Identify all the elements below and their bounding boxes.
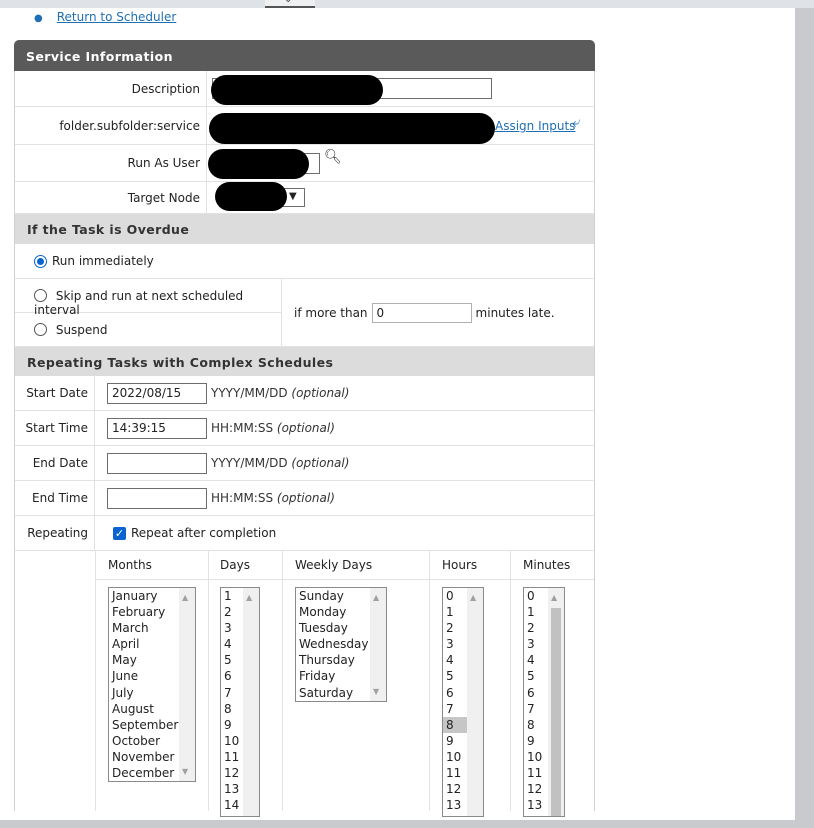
breadcrumb: ● Return to Scheduler — [34, 10, 176, 24]
redaction — [208, 149, 309, 179]
if-more-than-label: if more than — [294, 305, 368, 320]
start-date-row: Start Date YYYY/MM/DD (optional) — [14, 376, 595, 411]
start-time-hint: HH:MM:SS (optional) — [211, 421, 335, 435]
end-time-input[interactable] — [107, 487, 207, 509]
minutes-late-cell: if more than minutes late. — [282, 279, 594, 346]
run-as-label: Run As User — [15, 145, 207, 181]
repeating-label: Repeating — [15, 516, 95, 550]
start-time-input[interactable] — [107, 417, 207, 439]
end-date-input[interactable] — [107, 452, 207, 474]
end-time-label: End Time — [15, 481, 95, 515]
repeating-header: Repeating Tasks with Complex Schedules — [14, 347, 595, 376]
scroll-up-icon[interactable]: ▲ — [246, 593, 252, 602]
scroll-down-icon[interactable]: ▼ — [373, 687, 379, 696]
end-date-row: End Date YYYY/MM/DD (optional) — [14, 446, 595, 481]
scrollbar[interactable]: ▲ — [467, 588, 483, 816]
assign-inputs-link[interactable]: Assign Inputs — [495, 119, 575, 133]
suspend-row: Suspend — [15, 313, 281, 347]
repeating-row: Repeating ✓ Repeat after completion — [14, 516, 595, 551]
skip-suspend-options: Skip and run at next scheduled interval … — [15, 279, 282, 346]
chevron-down-icon[interactable]: ▼ — [289, 191, 297, 202]
hours-listbox[interactable]: 0 1 2 3 4 5 6 7 8 9 10 11 12 13 ▲ — [442, 587, 484, 817]
run-as-row: Run As User 🔍︎ — [14, 145, 595, 182]
start-time-row: Start Time HH:MM:SS (optional) — [14, 411, 595, 446]
target-node-label: Target Node — [15, 182, 207, 213]
description-row: Description — [14, 71, 595, 107]
scroll-up-icon[interactable]: ▲ — [373, 593, 379, 602]
service-form: Service Information Description folder.s… — [14, 40, 595, 817]
suspend-radio[interactable] — [34, 323, 47, 336]
service-row: folder.subfolder:service Assign Inputs ⤶ — [14, 107, 595, 145]
scrollbar[interactable]: ▲ — [243, 588, 259, 816]
col-divider — [95, 551, 96, 811]
col-divider — [429, 551, 430, 811]
run-immediately-radio[interactable] — [34, 254, 47, 268]
scrollbar[interactable]: ▲ — [548, 588, 564, 816]
redaction — [209, 113, 495, 144]
run-immediately-row: Run immediately — [14, 244, 595, 279]
service-info-header: Service Information — [14, 40, 595, 71]
repeat-after-label: Repeat after completion — [131, 526, 277, 540]
page: ● Return to Scheduler Service Information… — [0, 8, 795, 820]
redaction — [211, 75, 383, 105]
chevron-down-icon[interactable]: ⌄ — [284, 0, 292, 5]
suspend-label: Suspend — [55, 323, 108, 337]
header-divider — [95, 579, 594, 580]
minutes-header: Minutes — [523, 558, 571, 572]
top-strip — [0, 0, 814, 8]
description-label: Description — [15, 71, 207, 106]
target-node-row: Target Node ▼ — [14, 182, 595, 214]
redaction — [215, 182, 287, 211]
return-to-scheduler-link[interactable]: Return to Scheduler — [57, 10, 177, 24]
skip-radio[interactable] — [34, 289, 47, 302]
end-time-hint: HH:MM:SS (optional) — [211, 491, 335, 505]
scroll-up-icon[interactable]: ▲ — [182, 593, 188, 602]
schedule-grid: Months Days Weekly Days Hours Minutes Ja… — [14, 551, 595, 817]
run-immediately-label: Run immediately — [52, 254, 154, 268]
months-header: Months — [108, 558, 152, 572]
days-listbox[interactable]: 1 2 3 4 5 6 7 8 9 10 11 12 13 14 ▲ — [220, 587, 260, 817]
start-time-label: Start Time — [15, 411, 95, 445]
end-time-row: End Time HH:MM:SS (optional) — [14, 481, 595, 516]
hours-header: Hours — [442, 558, 478, 572]
start-date-hint: YYYY/MM/DD (optional) — [211, 386, 350, 400]
scroll-down-icon[interactable]: ▼ — [182, 767, 188, 776]
search-icon[interactable]: 🔍︎ — [324, 149, 342, 165]
scrollbar[interactable]: ▲ ▼ — [179, 588, 195, 781]
minutes-listbox[interactable]: 0 1 2 3 4 5 6 7 8 9 10 11 12 13 ▲ — [523, 587, 565, 817]
scroll-thumb[interactable] — [551, 608, 561, 816]
weekly-header: Weekly Days — [295, 558, 373, 572]
skip-suspend-block: Skip and run at next scheduled interval … — [14, 279, 595, 347]
repeat-after-checkbox[interactable]: ✓ — [113, 526, 126, 540]
right-gutter — [795, 8, 814, 828]
start-date-input[interactable] — [107, 382, 207, 404]
months-listbox[interactable]: January February March April May June July Augu… — [108, 587, 196, 782]
weekly-days-listbox[interactable]: Sunday Monday Tuesday Wednesday Thursday Frid… — [295, 587, 387, 702]
scroll-up-icon[interactable]: ▲ — [470, 593, 476, 602]
start-date-label: Start Date — [15, 376, 95, 410]
col-divider — [208, 551, 209, 811]
end-date-hint: YYYY/MM/DD (optional) — [211, 456, 350, 470]
col-divider — [282, 551, 283, 811]
scrollbar[interactable]: ▲ ▼ — [370, 588, 386, 701]
col-divider — [510, 551, 511, 811]
end-date-label: End Date — [15, 446, 95, 480]
days-header: Days — [220, 558, 250, 572]
minutes-late-input[interactable] — [371, 302, 472, 323]
return-arrow-icon[interactable]: ⤶ — [572, 113, 580, 131]
skip-row: Skip and run at next scheduled interval — [15, 279, 281, 317]
minutes-late-label: minutes late. — [475, 305, 555, 320]
bullet-icon: ● — [34, 13, 43, 24]
service-label: folder.subfolder:service — [15, 107, 207, 144]
overdue-header: If the Task is Overdue — [14, 214, 595, 244]
scroll-up-icon[interactable]: ▲ — [551, 593, 557, 602]
